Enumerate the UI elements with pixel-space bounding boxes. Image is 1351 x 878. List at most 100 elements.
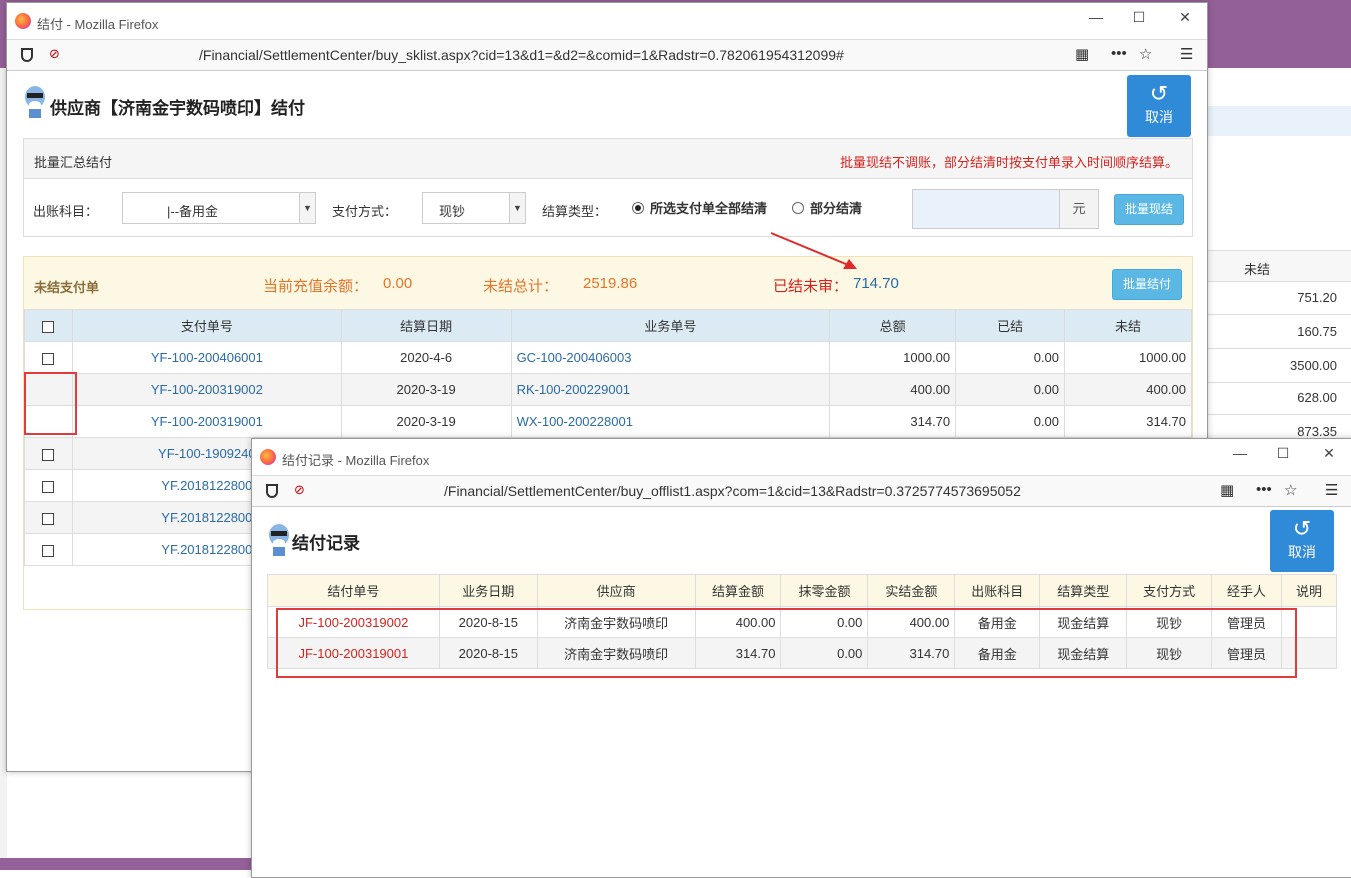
background-cell: 873.35 [1297,424,1337,439]
bookmark-star-icon[interactable]: ☆ [1139,45,1152,63]
partial-amount-input[interactable] [912,189,1060,229]
biz-no-link[interactable]: RK-100-200229001 [517,382,630,397]
pay-method-select[interactable]: 现钞 ▼ [422,192,526,224]
payment-no-link[interactable]: YF-100-200406001 [151,350,263,365]
row-select-cell[interactable] [24,437,73,470]
batch-panel-header: 批量汇总结付 批量现结不调账，部分结清时按支付单录入时间顺序结算。 [24,139,1192,179]
row-select-cell[interactable] [24,533,73,566]
url-text[interactable]: /Financial/SettlementCenter/buy_sklist.a… [199,47,844,63]
row-checkbox[interactable] [42,448,55,461]
window-titlebar: 结付记录 - Mozilla Firefox — ☐ ✕ [252,439,1351,475]
window-title: 结付记录 - Mozilla Firefox [282,453,430,468]
column-header: 未结 [1064,309,1192,342]
chevron-down-icon: ▼ [509,193,525,223]
payment-no-link[interactable]: YF.2018122800 [161,510,252,525]
settled-label: 已结未审： [773,278,849,295]
undo-icon: ↺ [1292,516,1312,541]
batch-panel-title: 批量汇总结付 [34,155,113,170]
window-title: 结付 - Mozilla Firefox [37,17,159,32]
row-select-cell[interactable] [24,469,73,502]
pay-method-value: 现钞 [439,204,466,219]
settle-date: 2020-3-19 [340,405,512,438]
row-checkbox[interactable] [42,512,55,525]
radio-settle-partial[interactable]: 部分结清 [792,198,862,217]
unsettled-title: 未结支付单 [34,280,100,295]
column-header: 支付单号 [71,309,342,342]
more-icon[interactable]: ••• [1111,45,1127,62]
column-header: 已结 [955,309,1066,342]
payment-no-link[interactable]: YF-100-200319002 [151,382,263,397]
column-header: 结算金额 [694,574,782,607]
firefox-icon [260,449,276,465]
radio-settle-all[interactable]: 所选支付单全部结清 [632,198,767,217]
cancel-button[interactable]: ↺ 取消 [1127,75,1191,137]
page-title: 结付记录 [292,534,360,553]
row-select-cell[interactable] [24,341,73,374]
unpaid-cell: 1000.00 [1064,341,1192,374]
bookmark-star-icon[interactable]: ☆ [1284,481,1297,499]
address-bar[interactable]: ⊘ /Financial/SettlementCenter/buy_sklist… [7,39,1207,71]
background-cell: 160.75 [1297,324,1337,339]
paid-cell: 0.00 [955,405,1066,438]
total-label: 未结总计： [483,278,559,295]
cancel-button[interactable]: ↺ 取消 [1270,510,1334,572]
qr-code-icon[interactable]: ▦ [1220,481,1234,499]
mascot-logo-icon [25,86,45,118]
paid-cell: 0.00 [955,373,1066,406]
row-checkbox[interactable] [42,544,55,557]
permissions-icon[interactable]: ⊘ [49,46,63,62]
close-button[interactable]: ✕ [1170,9,1200,26]
column-header: 结付单号 [267,574,440,607]
account-select[interactable]: |--备用金 ▼ [122,192,316,224]
menu-icon[interactable]: ☰ [1180,45,1193,63]
address-bar[interactable]: ⊘ /Financial/SettlementCenter/buy_offlis… [252,475,1351,507]
background-table-header: 未结 [1207,250,1351,282]
payment-no-link[interactable]: YF.2018122800 [161,542,252,557]
table-row: YF-100-200319002 2020-3-19 RK-100-200229… [24,373,1192,406]
more-icon[interactable]: ••• [1256,481,1272,498]
batch-notice: 批量现结不调账，部分结清时按支付单录入时间顺序结算。 [839,155,1178,170]
column-header: 结算类型 [1039,574,1128,607]
column-header: 供应商 [536,574,696,607]
payment-no-link[interactable]: YF.2018122800 [161,478,252,493]
column-header: 业务日期 [438,574,538,607]
row-select-cell[interactable] [24,501,73,534]
records-window: 结付记录 - Mozilla Firefox — ☐ ✕ ⊘ /Financia… [251,438,1351,878]
batch-pay-button[interactable]: 批量结付 [1112,269,1182,300]
url-text[interactable]: /Financial/SettlementCenter/buy_offlist1… [444,483,1021,499]
menu-icon[interactable]: ☰ [1325,481,1338,499]
window-titlebar: 结付 - Mozilla Firefox — ☐ ✕ [7,3,1207,39]
select-all-checkbox[interactable] [42,320,55,333]
maximize-button[interactable]: ☐ [1268,445,1298,462]
total-cell: 1000.00 [829,341,957,374]
payment-no-link[interactable]: YF-100-1909240 [158,446,256,461]
total-value: 2519.86 [583,275,638,292]
select-all-cell[interactable] [24,309,73,342]
biz-no-link[interactable]: WX-100-200228001 [517,414,633,429]
table-header-row: 支付单号 结算日期 业务单号 总额 已结 未结 [24,309,1192,342]
row-checkbox[interactable] [42,480,55,493]
background-cell: 628.00 [1297,390,1337,405]
qr-code-icon[interactable]: ▦ [1075,45,1089,63]
biz-no-link[interactable]: GC-100-200406003 [517,350,632,365]
background-cell: 751.20 [1297,290,1337,305]
background-row-line [1207,382,1351,383]
column-header: 总额 [829,309,957,342]
minimize-button[interactable]: — [1225,445,1255,461]
background-cell: 3500.00 [1290,358,1337,373]
minimize-button[interactable]: — [1081,9,1111,25]
cancel-label: 取消 [1145,109,1173,125]
column-header: 业务单号 [510,309,831,342]
shield-icon[interactable] [266,484,278,498]
amount-unit: 元 [1059,189,1099,229]
maximize-button[interactable]: ☐ [1124,9,1154,26]
column-header: 出账科目 [954,574,1041,607]
close-button[interactable]: ✕ [1314,445,1344,462]
batch-cash-button[interactable]: 批量现结 [1114,194,1184,225]
table-row: YF-100-200319001 2020-3-19 WX-100-200228… [24,405,1192,438]
row-checkbox[interactable] [42,352,55,365]
permissions-icon[interactable]: ⊘ [294,482,308,498]
payment-no-link[interactable]: YF-100-200319001 [151,414,263,429]
shield-icon[interactable] [21,48,33,62]
undo-icon: ↺ [1149,81,1169,106]
